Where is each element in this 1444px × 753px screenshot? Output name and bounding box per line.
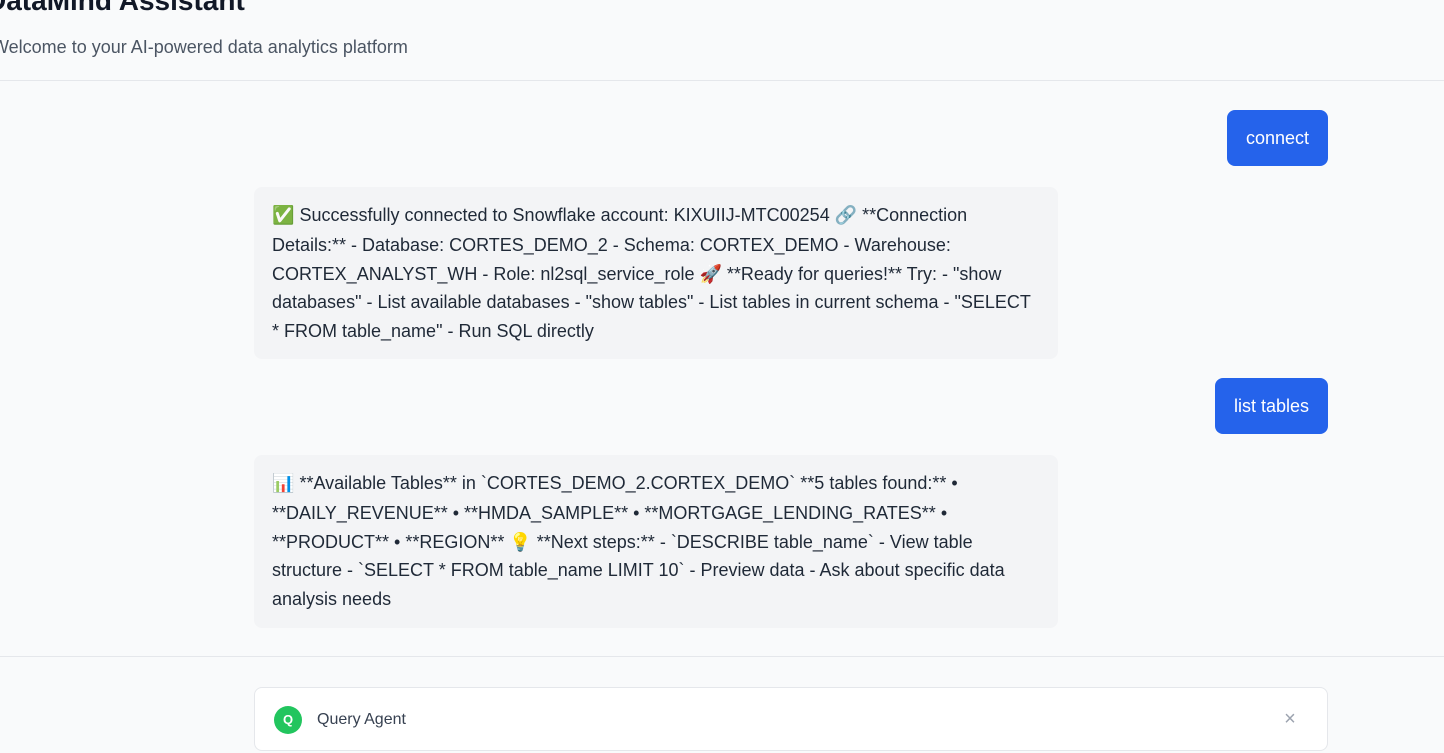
assistant-message-text: Successfully connected to Snowflake acco… bbox=[272, 205, 1031, 342]
query-agent-icon: Q bbox=[274, 706, 302, 734]
chat-area[interactable]: connect ✅ Successfully connected to Snow… bbox=[0, 82, 1444, 657]
user-message: list tables bbox=[1214, 378, 1328, 434]
agent-selector-bar[interactable]: Q Query Agent × bbox=[254, 687, 1328, 751]
assistant-message: 📊 **Available Tables** in `CORTES_DEMO_2… bbox=[254, 455, 1058, 628]
page-subtitle: Welcome to your AI-powered data analytic… bbox=[0, 37, 408, 57]
check-icon: ✅ bbox=[272, 205, 295, 226]
chart-icon: 📊 bbox=[272, 473, 295, 494]
page-title: DataMind Assistant bbox=[0, 0, 245, 16]
close-icon[interactable]: × bbox=[1281, 708, 1299, 730]
assistant-message-text: **Available Tables** in `CORTES_DEMO_2.C… bbox=[272, 473, 1005, 610]
user-message: connect bbox=[1226, 110, 1328, 166]
agent-label: Query Agent bbox=[317, 711, 406, 728]
assistant-message: ✅ Successfully connected to Snowflake ac… bbox=[254, 187, 1058, 359]
page-header: DataMind Assistant Welcome to your AI-po… bbox=[0, 0, 1444, 81]
